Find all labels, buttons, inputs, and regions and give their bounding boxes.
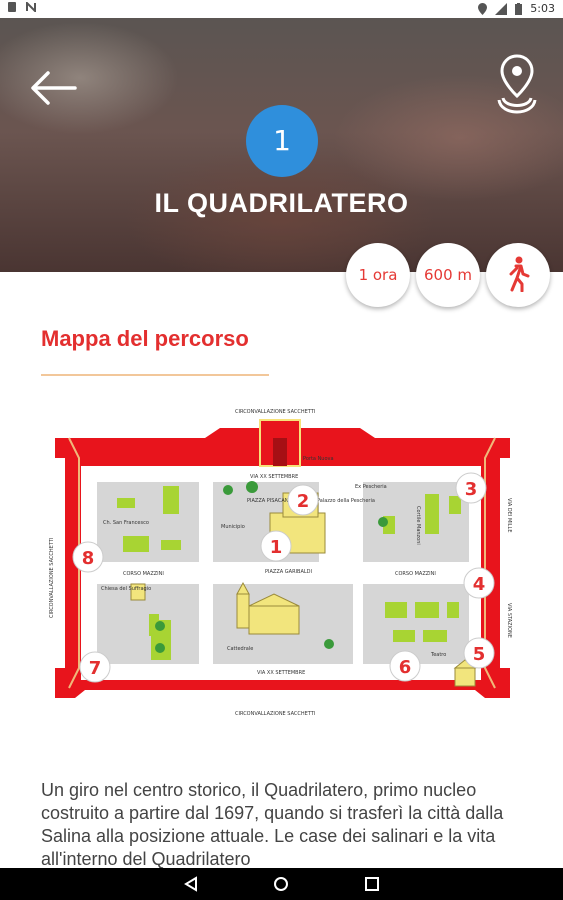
place-cortile: Cortile Manzoni [415,506,421,545]
place-teatro: Teatro [430,652,446,658]
page-title: IL QUADRILATERO [154,188,409,218]
street-label-bottom: CIRCONVALLAZIONE SACCHETTI [235,711,315,717]
stop-marker-4[interactable]: 4 [463,567,495,599]
status-bar: 5:03 [0,0,563,18]
stop-marker-6[interactable]: 6 [389,650,421,682]
street-label-mazzini-right: CORSO MAZZINI [395,571,436,577]
svg-text:6: 6 [399,657,412,678]
street-label-right-upper: VIA DEI MILLE [506,498,512,533]
section-divider [41,374,269,376]
stop-marker-5[interactable]: 5 [463,637,495,669]
svg-text:2: 2 [297,491,310,512]
street-label-xx-top: VIA XX SETTEMBRE [250,474,298,480]
svg-text:4: 4 [473,574,486,595]
distance-badge: 600 m [416,243,480,307]
street-label-mazzini-left: CORSO MAZZINI [123,571,164,577]
place-piazza-pisacane: PIAZZA PISACANE [247,498,292,504]
back-arrow-icon[interactable] [28,68,78,108]
notification-icon [26,2,36,12]
nav-home-icon[interactable] [273,876,289,892]
route-description: Un giro nel centro storico, il Quadrilat… [41,780,504,869]
street-label-left: CIRCONVALLAZIONE SACCHETTI [49,538,55,618]
walking-mode-badge [486,243,550,307]
route-map[interactable]: CIRCONVALLAZIONE SACCHETTI CIRCONVALLAZI… [45,398,520,723]
location-pin-icon[interactable] [497,54,537,118]
place-pescheria: Ex Pescheria [355,484,387,490]
stop-marker-8[interactable]: 8 [72,541,104,573]
svg-text:8: 8 [82,548,95,569]
svg-text:7: 7 [89,658,102,679]
place-palazzo: Palazzo della Pescheria [317,498,375,504]
place-cattedrale: Cattedrale [227,646,253,652]
location-status-icon [478,2,488,15]
section-title: Mappa del percorso [41,326,249,351]
place-chiesa-suffragio: Chiesa del Suffragio [101,586,151,592]
street-label-top: CIRCONVALLAZIONE SACCHETTI [235,409,315,415]
block-sw [97,584,199,664]
place-san-francesco: Ch. San Francesco [103,520,149,526]
battery-icon [515,2,523,15]
svg-text:3: 3 [465,479,478,500]
header-hero: 1 IL QUADRILATERO [0,18,563,272]
stop-marker-3[interactable]: 3 [455,472,487,504]
signal-icon [495,2,508,15]
stop-marker-2[interactable]: 2 [287,484,319,516]
sim-icon [8,2,16,12]
svg-text:1: 1 [270,537,283,558]
system-nav-bar [0,868,563,900]
nav-back-icon[interactable] [183,876,199,892]
place-municipio: Municipio [221,524,245,530]
walking-icon [509,256,530,293]
stop-marker-7[interactable]: 7 [79,651,111,683]
place-porta: Porta Nuova [303,456,334,462]
block-se [363,584,469,664]
street-label-right-lower: VIA STAZIONE [506,603,512,638]
clock: 5:03 [530,2,555,15]
route-number-badge: 1 [246,105,318,177]
stop-marker-1[interactable]: 1 [260,530,292,562]
street-label-xx-bottom: VIA XX SETTEMBRE [257,670,305,676]
nav-recents-icon[interactable] [364,876,380,892]
place-piazza-garibaldi: PIAZZA GARIBALDI [265,569,312,575]
duration-badge: 1 ora [346,243,410,307]
svg-text:5: 5 [473,644,486,665]
